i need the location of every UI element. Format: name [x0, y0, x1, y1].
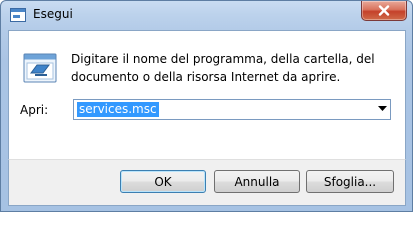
run-dialog-window: Esegui Digitare il nome del programma, d…	[0, 0, 413, 212]
title-bar[interactable]: Esegui	[1, 1, 412, 29]
close-button[interactable]	[361, 1, 407, 21]
window-title: Esegui	[33, 7, 73, 21]
button-bar: OK Annulla Sfoglia...	[8, 159, 406, 206]
dialog-content: Digitare il nome del programma, della ca…	[8, 30, 406, 160]
browse-button[interactable]: Sfoglia...	[306, 170, 394, 193]
run-window-icon	[10, 8, 26, 22]
open-combobox[interactable]: services.msc	[73, 99, 391, 120]
ok-button[interactable]: OK	[120, 170, 206, 193]
open-label: Apri:	[20, 103, 49, 117]
close-icon	[378, 5, 390, 16]
run-program-icon	[23, 53, 57, 83]
chevron-down-icon[interactable]	[378, 106, 387, 112]
cancel-button[interactable]: Annulla	[214, 170, 300, 193]
dialog-description: Digitare il nome del programma, della ca…	[71, 52, 375, 84]
open-input[interactable]: services.msc	[77, 102, 159, 117]
